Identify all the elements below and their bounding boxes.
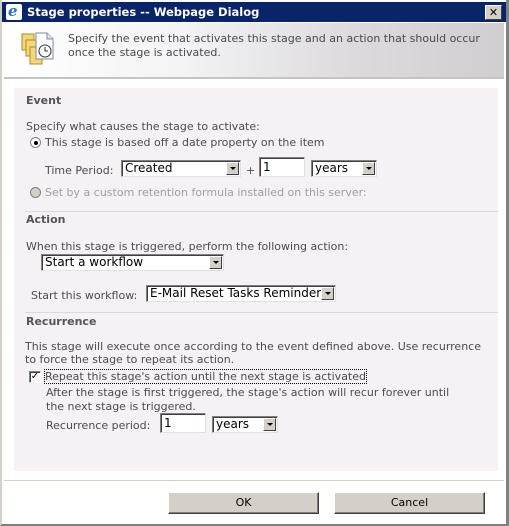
plus-sign: +	[246, 164, 256, 177]
action-section-title: Action	[26, 213, 66, 226]
title-bar: e Stage properties -- Webpage Dialog ✕	[2, 2, 506, 22]
properties-panel: Event Specify what causes the stage to a…	[14, 88, 498, 471]
recurrence-period-unit-select[interactable]: years	[212, 416, 278, 433]
recurrence-period-unit-value: years	[216, 417, 250, 431]
chevron-down-icon[interactable]	[263, 418, 276, 431]
event-section-title: Event	[26, 94, 62, 107]
workflow-select[interactable]: E-Mail Reset Tasks Reminder	[146, 285, 336, 302]
dialog-window: e Stage properties -- Webpage Dialog ✕ S…	[0, 0, 509, 526]
section-divider	[25, 211, 498, 212]
chevron-down-icon[interactable]	[362, 162, 375, 175]
time-period-label: Time Period:	[45, 164, 114, 177]
custom-formula-label[interactable]: Set by a custom retention formula instal…	[45, 186, 367, 199]
recurrence-description-line2: to force the stage to repeat its action.	[25, 353, 235, 366]
recurrence-section-title: Recurrence	[26, 315, 97, 328]
repeat-help-line1: After the stage is first triggered, the …	[46, 386, 450, 399]
recurrence-period-amount-input[interactable]	[160, 413, 206, 433]
time-period-field-select[interactable]: Created	[121, 160, 241, 177]
recurrence-description-line1: This stage will execute once according t…	[25, 340, 481, 353]
header-description: Specify the event that activates this st…	[68, 32, 480, 59]
action-select[interactable]: Start a workflow	[41, 254, 224, 271]
chevron-down-icon[interactable]	[209, 256, 222, 269]
repeat-help-line2: the next stage is triggered.	[46, 400, 196, 413]
date-property-label[interactable]: This stage is based off a date property …	[45, 136, 325, 149]
action-prompt: When this stage is triggered, perform th…	[26, 240, 349, 253]
footer-divider	[4, 480, 504, 481]
event-prompt: Specify what causes the stage to activat…	[26, 120, 260, 133]
time-period-unit-value: years	[315, 161, 349, 175]
time-period-unit-select[interactable]: years	[311, 160, 377, 177]
cancel-button[interactable]: Cancel	[334, 492, 485, 514]
workflow-label: Start this workflow:	[31, 289, 138, 302]
ok-button[interactable]: OK	[168, 492, 319, 514]
section-divider	[25, 312, 498, 313]
repeat-label[interactable]: Repeat this stage's action until the nex…	[44, 369, 367, 384]
action-value: Start a workflow	[45, 255, 144, 269]
window-title: Stage properties -- Webpage Dialog	[27, 5, 260, 19]
recurrence-period-label: Recurrence period:	[46, 419, 151, 432]
chevron-down-icon[interactable]	[321, 287, 334, 300]
workflow-value: E-Mail Reset Tasks Reminder	[150, 286, 322, 300]
chevron-down-icon[interactable]	[226, 162, 239, 175]
document-clock-icon	[21, 32, 54, 65]
close-button[interactable]: ✕	[485, 5, 502, 20]
dialog-header: Specify the event that activates this st…	[4, 23, 504, 79]
time-period-amount-input[interactable]	[259, 157, 305, 177]
custom-formula-radio[interactable]	[30, 187, 41, 198]
date-property-radio[interactable]	[30, 137, 41, 148]
repeat-checkbox[interactable]: ✓	[29, 371, 41, 383]
time-period-field-value: Created	[125, 161, 173, 175]
internet-explorer-icon: e	[6, 2, 22, 20]
